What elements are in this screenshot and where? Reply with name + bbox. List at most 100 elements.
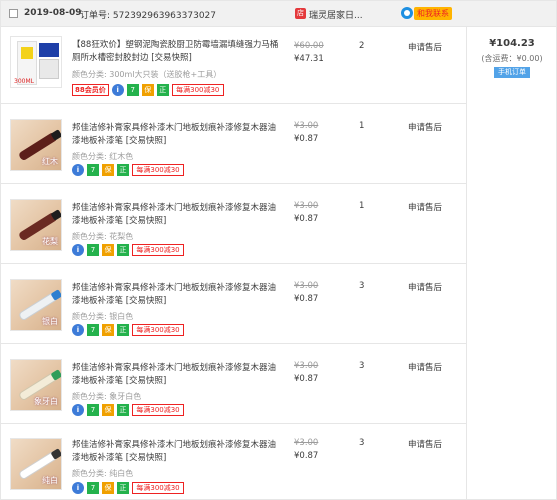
info-icon[interactable]: i (72, 163, 84, 176)
quantity: 1 (359, 121, 365, 131)
apply-aftersale-link[interactable]: 申请售后 (408, 41, 442, 53)
shop-icon: 店 (295, 8, 306, 19)
product-title-link[interactable]: 邦佳洁修补膏家具修补漆木门地板划痕补漆修复木器油漆地板补漆笔 [交易快照] (72, 439, 282, 465)
paid-price: ¥0.87 (294, 214, 319, 224)
order-checkbox[interactable] (9, 9, 18, 18)
guarantee-icon[interactable]: 保 (102, 243, 114, 256)
paid-price: ¥0.87 (294, 374, 319, 384)
info-icon[interactable]: i (111, 83, 124, 96)
thumbnail-caption: 纯白 (42, 476, 58, 485)
product-thumbnail[interactable]: 象牙白 (10, 359, 62, 411)
authentic-icon[interactable]: 正 (117, 403, 129, 416)
sku-value: 纯白色 (109, 469, 134, 478)
sku-value: 红木色 (109, 152, 134, 161)
product-sku: 颜色分类: 银白色 (72, 311, 133, 322)
authentic-icon[interactable]: 正 (117, 163, 129, 176)
guarantee-icon[interactable]: 保 (141, 83, 154, 96)
seven-day-return-icon[interactable]: 7 (126, 83, 139, 96)
sku-value: 300ml大只装（送胶枪+工具） (109, 70, 222, 79)
seven-day-return-icon[interactable]: 7 (87, 323, 99, 336)
info-icon[interactable]: i (72, 481, 84, 494)
original-price: ¥3.00 (294, 438, 319, 448)
promo-badge[interactable]: 每满300减30 (132, 403, 184, 416)
order-summary-column: ¥104.23 (含运费：¥0.00) 手机订单 (466, 27, 556, 499)
sku-label: 颜色分类: (72, 232, 107, 241)
order-item-row: 银白 邦佳洁修补膏家具修补漆木门地板划痕补漆修复木器油漆地板补漆笔 [交易快照]… (1, 264, 466, 344)
seven-day-return-icon[interactable]: 7 (87, 481, 99, 494)
member-price-badge[interactable]: 88会员价 (72, 83, 109, 96)
sku-label: 颜色分类: (72, 392, 107, 401)
apply-aftersale-link[interactable]: 申请售后 (408, 361, 442, 373)
sku-value: 象牙白色 (109, 392, 142, 401)
product-title-link[interactable]: 邦佳洁修补膏家具修补漆木门地板划痕补漆修复木器油漆地板补漆笔 [交易快照] (72, 202, 282, 228)
authentic-icon[interactable]: 正 (117, 243, 129, 256)
order-number-label: 订单号: (80, 11, 111, 21)
product-thumbnail[interactable]: 银白 (10, 279, 62, 331)
product-title-link[interactable]: 邦佳洁修补膏家具修补漆木门地板划痕补漆修复木器油漆地板补漆笔 [交易快照] (72, 282, 282, 308)
badge-row: i 7 保 正 每满300减30 (72, 481, 184, 494)
product-thumbnail[interactable]: 纯白 (10, 438, 62, 490)
product-title-link[interactable]: 邦佳洁修补膏家具修补漆木门地板划痕补漆修复木器油漆地板补漆笔 [交易快照] (72, 362, 282, 388)
original-price: ¥60.00 (294, 41, 324, 51)
product-thumbnail[interactable]: 300ML (10, 36, 62, 88)
apply-aftersale-link[interactable]: 申请售后 (408, 121, 442, 133)
box-icon (39, 59, 59, 79)
apply-aftersale-link[interactable]: 申请售后 (408, 201, 442, 213)
promo-badge[interactable]: 每满300减30 (132, 163, 184, 176)
paid-price: ¥47.31 (294, 54, 324, 64)
seven-day-return-icon[interactable]: 7 (87, 243, 99, 256)
product-title-link[interactable]: 【88狂欢价】塑钢泥陶瓷胶厨卫防霉墙漏填缝强力马桶厕所水槽密封胶封边 [交易快照… (72, 39, 282, 65)
authentic-icon[interactable]: 正 (117, 481, 129, 494)
sku-label: 颜色分类: (72, 469, 107, 478)
seven-day-return-icon[interactable]: 7 (87, 403, 99, 416)
sku-label: 颜色分类: (72, 70, 107, 79)
order-item-row: 300ML 【88狂欢价】塑钢泥陶瓷胶厨卫防霉墙漏填缝强力马桶厕所水槽密封胶封边… (1, 27, 466, 104)
info-icon[interactable]: i (72, 243, 84, 256)
shipping-fee: (含运费：¥0.00) (481, 54, 543, 63)
promo-badge[interactable]: 每满300减30 (132, 243, 184, 256)
guarantee-icon[interactable]: 保 (102, 481, 114, 494)
product-title-link[interactable]: 邦佳洁修补膏家具修补漆木门地板划痕补漆修复木器油漆地板补漆笔 [交易快照] (72, 122, 282, 148)
original-price: ¥3.00 (294, 201, 319, 211)
thumbnail-caption: 300ML (14, 78, 34, 85)
info-icon[interactable]: i (72, 403, 84, 416)
info-icon[interactable]: i (72, 323, 84, 336)
guarantee-icon[interactable]: 保 (102, 163, 114, 176)
guarantee-icon[interactable]: 保 (102, 403, 114, 416)
authentic-icon[interactable]: 正 (117, 323, 129, 336)
quantity: 1 (359, 201, 365, 211)
product-sku: 颜色分类: 红木色 (72, 151, 133, 162)
sku-label: 颜色分类: (72, 152, 107, 161)
order-number-value: 572392963963373027 (112, 11, 216, 21)
order-item-row: 象牙白 邦佳洁修补膏家具修补漆木门地板划痕补漆修复木器油漆地板补漆笔 [交易快照… (1, 344, 466, 424)
guarantee-icon[interactable]: 保 (102, 323, 114, 336)
quantity: 2 (359, 41, 365, 51)
original-price: ¥3.00 (294, 361, 319, 371)
order-total: ¥104.23 (489, 38, 535, 49)
contact-seller-button[interactable]: 和我联系 (414, 7, 452, 20)
quantity: 3 (359, 438, 365, 448)
promo-badge[interactable]: 每满300减30 (132, 481, 184, 494)
badge-row: i 7 保 正 每满300减30 (72, 163, 184, 176)
badge-row: 88会员价 i 7 保 正 每满300减30 (72, 83, 224, 96)
promo-badge[interactable]: 每满300减30 (132, 323, 184, 336)
apply-aftersale-link[interactable]: 申请售后 (408, 438, 442, 450)
product-thumbnail[interactable]: 红木 (10, 119, 62, 171)
product-sku: 颜色分类: 纯白色 (72, 468, 133, 479)
order-header: 2019-08-09 订单号: 572392963963373027 店 瑞灵居… (1, 1, 556, 27)
product-thumbnail[interactable]: 花梨 (10, 199, 62, 251)
order-item-row: 红木 邦佳洁修补膏家具修补漆木门地板划痕补漆修复木器油漆地板补漆笔 [交易快照]… (1, 104, 466, 184)
product-sku: 颜色分类: 花梨色 (72, 231, 133, 242)
thumbnail-caption: 象牙白 (34, 397, 58, 406)
product-sku: 颜色分类: 象牙白色 (72, 391, 141, 402)
promo-badge[interactable]: 每满300减30 (171, 83, 224, 96)
authentic-icon[interactable]: 正 (156, 83, 169, 96)
wangwang-icon[interactable] (401, 7, 413, 19)
sku-value: 银白色 (109, 312, 134, 321)
thumbnail-caption: 银白 (42, 317, 58, 326)
thumbnail-caption: 花梨 (42, 237, 58, 246)
paid-price: ¥0.87 (294, 451, 319, 461)
shop-name-link[interactable]: 瑞灵居家日... (309, 8, 363, 21)
apply-aftersale-link[interactable]: 申请售后 (408, 281, 442, 293)
seven-day-return-icon[interactable]: 7 (87, 163, 99, 176)
